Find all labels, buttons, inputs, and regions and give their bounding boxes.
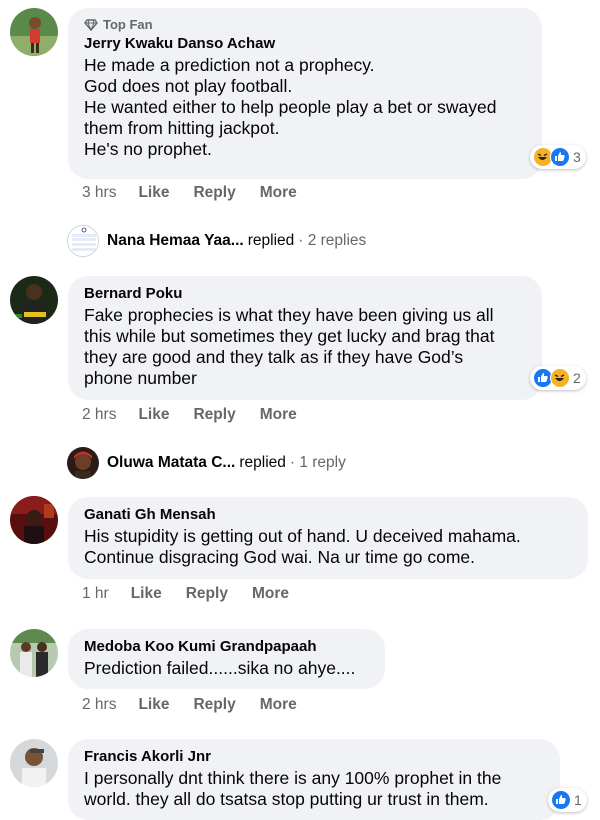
comment-timestamp[interactable]: 3 hrs	[82, 184, 116, 202]
reaction-summary[interactable]: 1	[548, 788, 587, 812]
comment-text: He made a prediction not a prophecy. God…	[84, 55, 526, 160]
badge-label: Top Fan	[103, 17, 153, 32]
comment-actions: 2 hrs Like Reply More	[82, 696, 321, 714]
like-icon	[550, 147, 570, 167]
reaction-summary[interactable]: 3	[530, 145, 586, 169]
comment-text: His stupidity is getting out of hand. U …	[84, 526, 572, 568]
comment-line: His stupidity is getting out of hand. U …	[84, 526, 521, 546]
comment-line: God does not play football.	[84, 76, 293, 96]
reaction-count: 3	[573, 149, 581, 165]
reply-button[interactable]: Reply	[193, 406, 235, 424]
commenter-avatar[interactable]	[10, 8, 58, 56]
more-button[interactable]: More	[252, 585, 289, 603]
comment-actions: 1 hr Like Reply More	[82, 585, 313, 603]
reaction-count: 1	[574, 792, 582, 808]
replier-avatar	[67, 447, 99, 479]
like-icon	[551, 790, 571, 810]
reply-button[interactable]: Reply	[193, 696, 235, 714]
diamond-icon	[84, 18, 98, 31]
comment-line: He made a prediction not a prophecy.	[84, 55, 375, 75]
avatar-photo	[10, 276, 58, 324]
comment-bubble: Medoba Koo Kumi Grandpapaah Prediction f…	[68, 629, 385, 689]
avatar-photo	[10, 496, 58, 544]
reaction-count: 2	[573, 370, 581, 386]
comment-author[interactable]: Medoba Koo Kumi Grandpapaah	[84, 638, 369, 655]
comment-author[interactable]: Bernard Poku	[84, 285, 526, 302]
comment-line: I personally dnt think there is any 100%…	[84, 768, 502, 788]
comment-author[interactable]: Ganati Gh Mensah	[84, 506, 572, 523]
commenter-avatar[interactable]	[10, 276, 58, 324]
comment-line: world. they all do tsatsa stop putting u…	[84, 789, 489, 809]
comment-actions: 3 hrs Like Reply More	[82, 184, 321, 202]
haha-icon	[550, 368, 570, 388]
comment-line: Continue disgracing God wai. Na ur time …	[84, 547, 476, 567]
comment-line: they are good and they talk as if they h…	[84, 347, 464, 367]
comment-bubble: Top Fan Jerry Kwaku Danso Achaw He made …	[68, 8, 542, 179]
comment-line: this while but sometimes they get lucky …	[84, 326, 495, 346]
view-replies-link[interactable]: Nana Hemaa Yaa... replied · 2 replies	[67, 225, 366, 257]
commenter-avatar[interactable]	[10, 739, 58, 787]
reply-button[interactable]: Reply	[186, 585, 228, 603]
like-button[interactable]: Like	[131, 585, 162, 603]
comment-line: He wanted either to help people play a b…	[84, 97, 497, 117]
comment-author[interactable]: Francis Akorli Jnr	[84, 748, 544, 765]
replier-avatar	[67, 225, 99, 257]
like-button[interactable]: Like	[138, 406, 169, 424]
avatar-photo	[10, 739, 58, 787]
comment-text: Fake prophecies is what they have been g…	[84, 305, 526, 389]
comment-bubble: Bernard Poku Fake prophecies is what the…	[68, 276, 542, 400]
reply-count[interactable]: · 2 replies	[298, 232, 366, 250]
replied-label: replied	[247, 232, 295, 249]
reply-count[interactable]: · 1 reply	[290, 454, 346, 472]
comment-line: them from hitting jackpot.	[84, 118, 280, 138]
comment-timestamp[interactable]: 2 hrs	[82, 406, 116, 424]
replied-label: replied	[239, 454, 286, 471]
replier-name[interactable]: Nana Hemaa Yaa...	[107, 232, 244, 250]
comment-timestamp[interactable]: 2 hrs	[82, 696, 116, 714]
avatar-photo	[10, 629, 58, 677]
like-button[interactable]: Like	[138, 184, 169, 202]
more-button[interactable]: More	[260, 184, 297, 202]
chelsea-logo-icon	[68, 226, 98, 256]
top-fan-badge: Top Fan	[84, 17, 526, 32]
comment-text: I personally dnt think there is any 100%…	[84, 768, 544, 810]
reaction-summary[interactable]: 2	[530, 366, 586, 390]
commenter-avatar[interactable]	[10, 496, 58, 544]
reply-button[interactable]: Reply	[193, 184, 235, 202]
more-button[interactable]: More	[260, 696, 297, 714]
comment-text: Prediction failed......sika no ahye....	[84, 658, 369, 679]
comment-bubble: Francis Akorli Jnr I personally dnt thin…	[68, 739, 560, 820]
comment-line: phone number	[84, 368, 197, 388]
avatar-photo	[67, 447, 99, 479]
comment-timestamp[interactable]: 1 hr	[82, 585, 109, 603]
comment-line: Fake prophecies is what they have been g…	[84, 305, 494, 325]
comment-bubble: Ganati Gh Mensah His stupidity is gettin…	[68, 497, 588, 579]
view-replies-link[interactable]: Oluwa Matata C... replied · 1 reply	[67, 447, 346, 479]
more-button[interactable]: More	[260, 406, 297, 424]
commenter-avatar[interactable]	[10, 629, 58, 677]
comment-author[interactable]: Jerry Kwaku Danso Achaw	[84, 35, 526, 52]
like-button[interactable]: Like	[138, 696, 169, 714]
comment-actions: 2 hrs Like Reply More	[82, 406, 321, 424]
comment-line: Prediction failed......sika no ahye....	[84, 658, 356, 678]
comment-line: He's no prophet.	[84, 139, 212, 159]
replier-name[interactable]: Oluwa Matata C...	[107, 454, 235, 472]
avatar-photo	[10, 8, 58, 56]
